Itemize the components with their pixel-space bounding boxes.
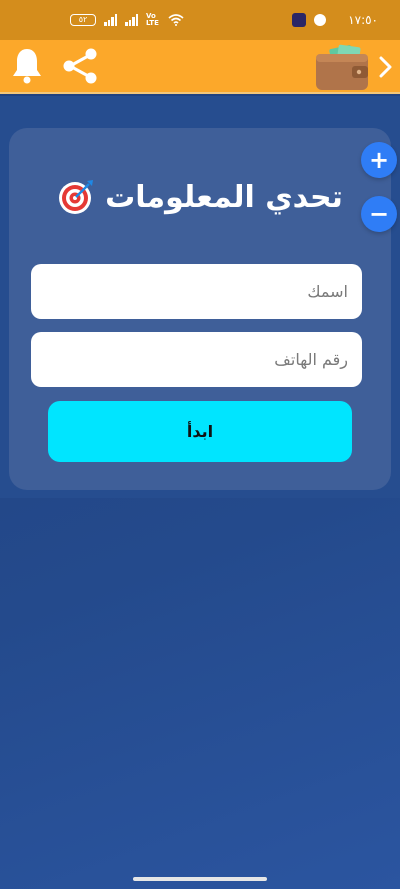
name-field-placeholder: اسمك (307, 282, 348, 301)
signal-icon-2 (125, 14, 138, 26)
status-left-group: ٥٢ Vo LTE (70, 13, 184, 27)
status-clock: ١٧:٥٠ (348, 13, 378, 27)
page-title: تحدي المعلومات (0, 178, 400, 216)
volte-label: Vo LTE (146, 12, 159, 27)
home-indicator[interactable] (133, 877, 267, 881)
app-toolbar (0, 40, 400, 94)
name-field[interactable]: اسمك (31, 264, 362, 319)
zoom-out-button[interactable]: − (361, 196, 397, 232)
wallet-icon[interactable] (314, 44, 370, 92)
signal-icon (104, 14, 117, 26)
battery-indicator: ٥٢ (70, 14, 96, 26)
page-title-text: تحدي المعلومات (105, 179, 343, 215)
start-button[interactable]: ابدأ (48, 401, 352, 462)
phone-field-placeholder: رقم الهاتف (274, 350, 348, 369)
chat-notification-icon (314, 14, 327, 26)
chevron-right-icon[interactable] (374, 54, 396, 80)
phone-field[interactable]: رقم الهاتف (31, 332, 362, 387)
wifi-icon (168, 14, 184, 26)
app-notification-icon (292, 13, 307, 27)
status-right-group: ١٧:٥٠ (292, 13, 378, 27)
status-bar: ٥٢ Vo LTE ١٧:٥٠ (0, 0, 400, 40)
zoom-in-button[interactable]: + (361, 142, 397, 178)
share-icon[interactable] (60, 46, 100, 86)
target-icon (59, 180, 94, 214)
bell-icon[interactable] (10, 46, 44, 86)
